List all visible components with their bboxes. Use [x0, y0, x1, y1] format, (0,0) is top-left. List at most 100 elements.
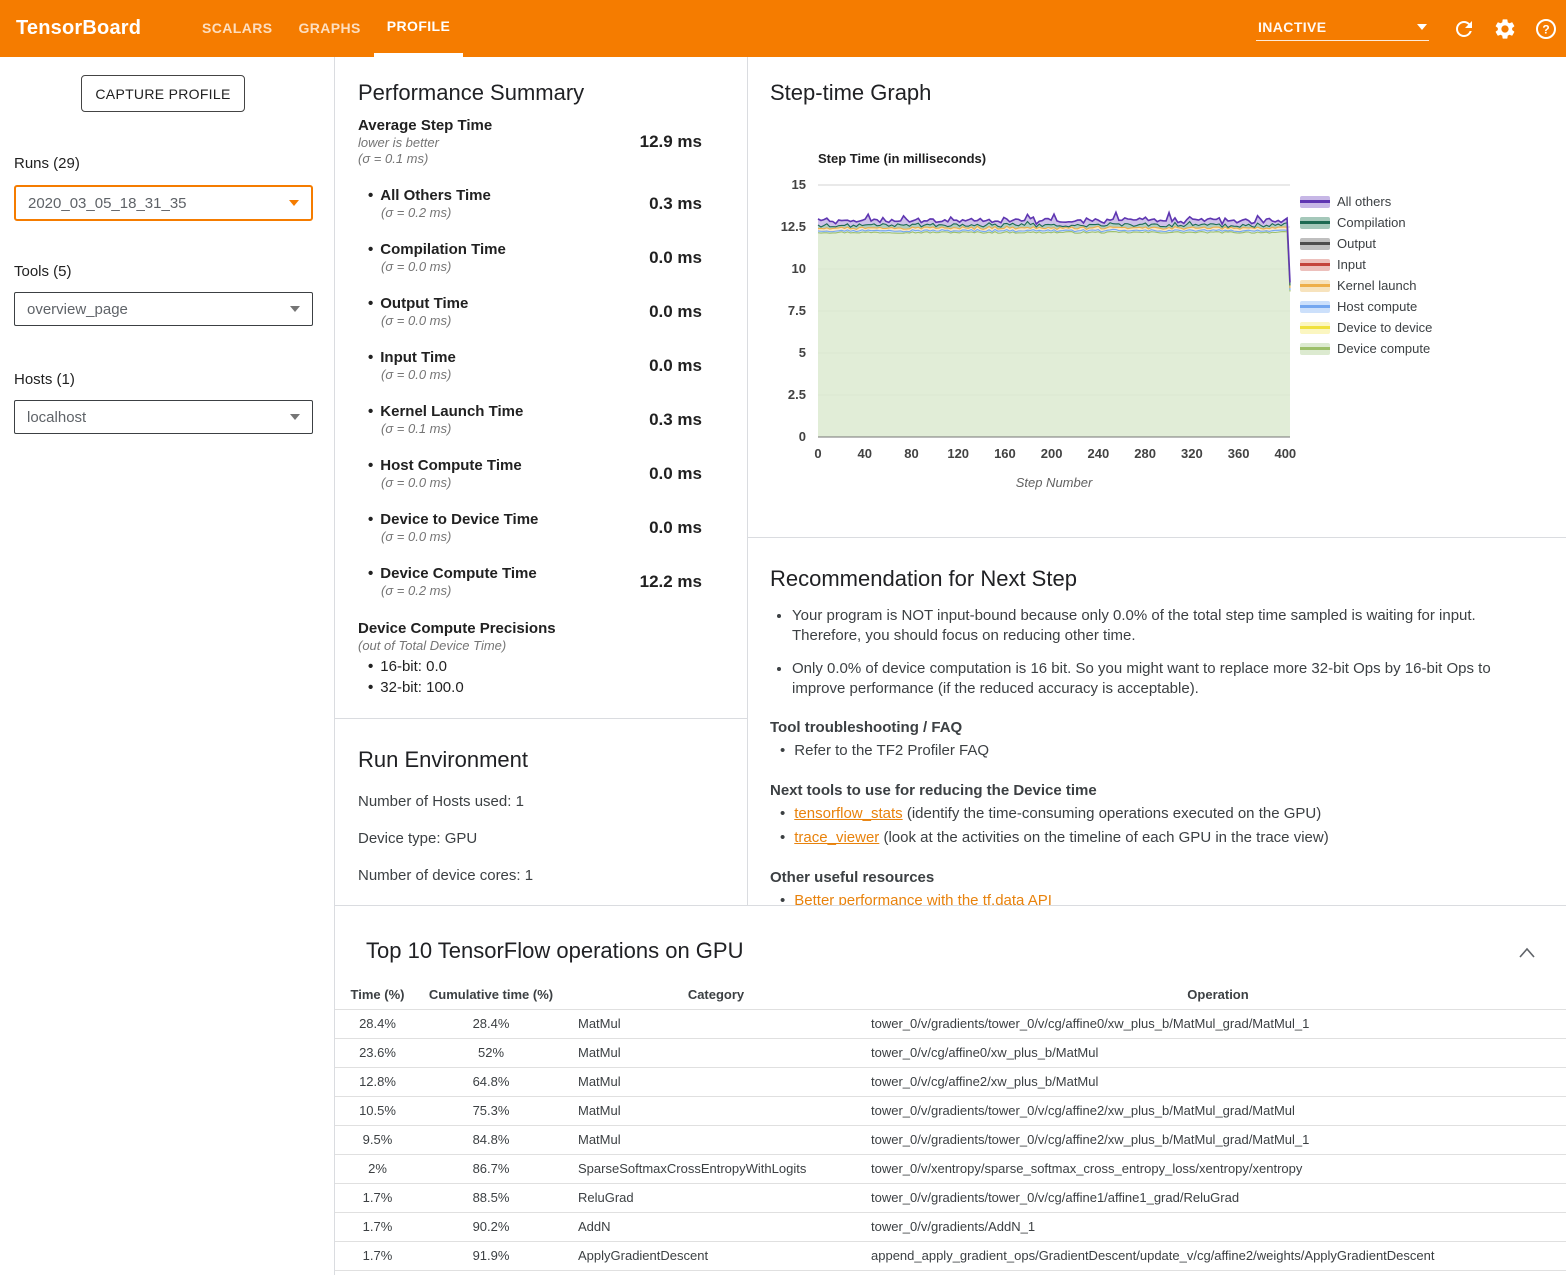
performance-item-value: 0.0 ms — [649, 356, 702, 376]
table-cell: 88.5% — [420, 1183, 562, 1212]
run-environment-lines: Number of Hosts used: 1Device type: GPUN… — [335, 793, 747, 884]
legend-label: Device compute — [1337, 341, 1430, 356]
legend-label: All others — [1337, 194, 1391, 209]
legend-item: Kernel launch — [1300, 275, 1432, 296]
run-status-value: INACTIVE — [1258, 19, 1327, 35]
legend-swatch-icon — [1300, 301, 1330, 313]
device-compute-precisions: Device Compute Precisions (out of Total … — [335, 620, 747, 696]
table-cell: 1.7% — [335, 1241, 420, 1270]
collapse-chevron-icon[interactable] — [1518, 946, 1536, 960]
performance-item-sigma: (σ = 0.1 ms) — [381, 421, 523, 437]
precisions-label: Device Compute Precisions — [358, 620, 747, 638]
table-cell: AddN — [562, 1212, 870, 1241]
legend-label: Kernel launch — [1337, 278, 1417, 293]
legend-item: Compilation — [1300, 212, 1432, 233]
reload-icon[interactable] — [1452, 17, 1476, 41]
chevron-down-icon — [290, 414, 300, 420]
svg-text:280: 280 — [1134, 446, 1156, 461]
performance-item-value: 0.0 ms — [649, 302, 702, 322]
tools-label: Tools (5) — [14, 263, 72, 280]
performance-item-value: 0.0 ms — [649, 464, 702, 484]
tab-profile[interactable]: PROFILE — [374, 0, 463, 57]
precisions-note: (out of Total Device Time) — [358, 638, 747, 654]
performance-item: •Compilation Time(σ = 0.0 ms) 0.0 ms — [335, 241, 747, 275]
table-cell: 1.7% — [335, 1212, 420, 1241]
chevron-down-icon — [1417, 24, 1427, 30]
svg-text:5: 5 — [799, 345, 806, 360]
recommendation-subsections: Tool troubleshooting / FAQ•Refer to the … — [748, 719, 1566, 910]
table-cell: 12.8% — [335, 1067, 420, 1096]
table-cell: 91.9% — [420, 1241, 562, 1270]
run-status-dropdown[interactable]: INACTIVE — [1256, 17, 1429, 41]
svg-text:15: 15 — [792, 177, 806, 192]
chart-legend: All othersCompilationOutputInputKernel l… — [1300, 191, 1432, 359]
svg-text:0: 0 — [799, 429, 806, 444]
tools-select[interactable]: overview_page — [14, 292, 313, 326]
svg-text:240: 240 — [1088, 446, 1110, 461]
recommendation-link[interactable]: trace_viewer — [794, 828, 879, 848]
legend-swatch-icon — [1300, 343, 1330, 355]
table-row: 1.7%90.2%AddNtower_0/v/gradients/AddN_1 — [335, 1212, 1566, 1241]
recommendation-item-text: (identify the time-consuming operations … — [903, 804, 1322, 824]
recommendation-section: Recommendation for Next Step Your progra… — [748, 537, 1566, 905]
bullet-icon: • — [368, 241, 373, 258]
recommendation-subheading: Other useful resources — [770, 869, 1566, 886]
table-cell: tower_0/v/gradients/tower_0/v/cg/affine2… — [870, 1125, 1566, 1154]
recommendation-item: •Refer to the TF2 Profiler FAQ — [780, 741, 1566, 761]
table-row: 1.7%88.5%ReluGradtower_0/v/gradients/tow… — [335, 1183, 1566, 1212]
svg-text:200: 200 — [1041, 446, 1063, 461]
table-cell: 86.7% — [420, 1154, 562, 1183]
bullet-icon: • — [368, 295, 373, 312]
main-tabs: SCALARS GRAPHS PROFILE — [189, 0, 463, 57]
recommendation-item: •tensorflow_stats (identify the time-con… — [780, 804, 1566, 824]
step-time-graph-title: Step-time Graph — [770, 80, 1566, 106]
performance-item-text: • Output Time(σ = 0.0 ms) — [368, 295, 468, 329]
recommendation-bullet: Your program is NOT input-bound because … — [792, 606, 1538, 645]
performance-item-value: 0.0 ms — [649, 248, 702, 268]
recommendation-bullets: Your program is NOT input-bound because … — [748, 606, 1538, 698]
svg-text:Step Number: Step Number — [1016, 475, 1093, 490]
svg-text:400: 400 — [1274, 446, 1296, 461]
performance-item-text: •Input Time(σ = 0.0 ms) — [368, 349, 456, 383]
performance-item-sigma: (σ = 0.0 ms) — [381, 313, 468, 329]
bullet-icon: • — [780, 741, 785, 761]
bullet-icon: • — [368, 403, 373, 420]
performance-item-label: Output Time — [380, 295, 468, 313]
performance-item-sigma: (σ = 0.2 ms) — [381, 205, 491, 221]
table-cell: 9.5% — [335, 1125, 420, 1154]
table-cell: tower_0/v/gradients/tower_0/v/cg/affine2… — [870, 1096, 1566, 1125]
performance-item-text: •Host Compute Time(σ = 0.0 ms) — [368, 457, 522, 491]
step-time-graph-section: Step-time Graph Step Time (in millisecon… — [748, 57, 1566, 537]
svg-text:12.5: 12.5 — [781, 219, 806, 234]
performance-item-label: Device Compute Time — [380, 565, 536, 583]
table-cell: MatMul — [562, 1096, 870, 1125]
tab-graphs[interactable]: GRAPHS — [285, 0, 373, 57]
recommendation-link[interactable]: tensorflow_stats — [794, 804, 902, 824]
svg-text:?: ? — [1542, 22, 1549, 36]
legend-label: Device to device — [1337, 320, 1432, 335]
table-row: 28.4%28.4%MatMultower_0/v/gradients/towe… — [335, 1009, 1566, 1038]
help-icon[interactable]: ? — [1534, 17, 1558, 41]
bullet-icon: • — [368, 187, 373, 204]
tab-scalars[interactable]: SCALARS — [189, 0, 285, 57]
hosts-select[interactable]: localhost — [14, 400, 313, 434]
performance-item-text: •Compilation Time(σ = 0.0 ms) — [368, 241, 506, 275]
svg-text:360: 360 — [1228, 446, 1250, 461]
performance-item-label: Kernel Launch Time — [380, 403, 523, 421]
capture-profile-button[interactable]: CAPTURE PROFILE — [81, 75, 245, 112]
performance-item: •Input Time(σ = 0.0 ms) 0.0 ms — [335, 349, 747, 383]
table-cell: 1.7% — [335, 1183, 420, 1212]
table-cell: 10.5% — [335, 1096, 420, 1125]
recommendation-item-text: (look at the activities on the timeline … — [879, 828, 1328, 848]
recommendation-title: Recommendation for Next Step — [770, 566, 1566, 592]
settings-gear-icon[interactable] — [1493, 17, 1517, 41]
table-cell: tower_0/v/cg/affine0/xw_plus_b/MatMul — [870, 1038, 1566, 1067]
top-ops-table: Time (%) Cumulative time (%) Category Op… — [335, 981, 1566, 1271]
table-cell: ApplyGradientDescent — [562, 1241, 870, 1270]
top-ops-card: Top 10 TensorFlow operations on GPU Time… — [335, 905, 1566, 1275]
table-row: 2%86.7%SparseSoftmaxCrossEntropyWithLogi… — [335, 1154, 1566, 1183]
runs-select[interactable]: 2020_03_05_18_31_35 — [14, 185, 313, 221]
performance-item: • Output Time(σ = 0.0 ms) 0.0 ms — [335, 295, 747, 329]
top-bar-controls: INACTIVE ? — [1256, 0, 1558, 57]
legend-label: Input — [1337, 257, 1366, 272]
